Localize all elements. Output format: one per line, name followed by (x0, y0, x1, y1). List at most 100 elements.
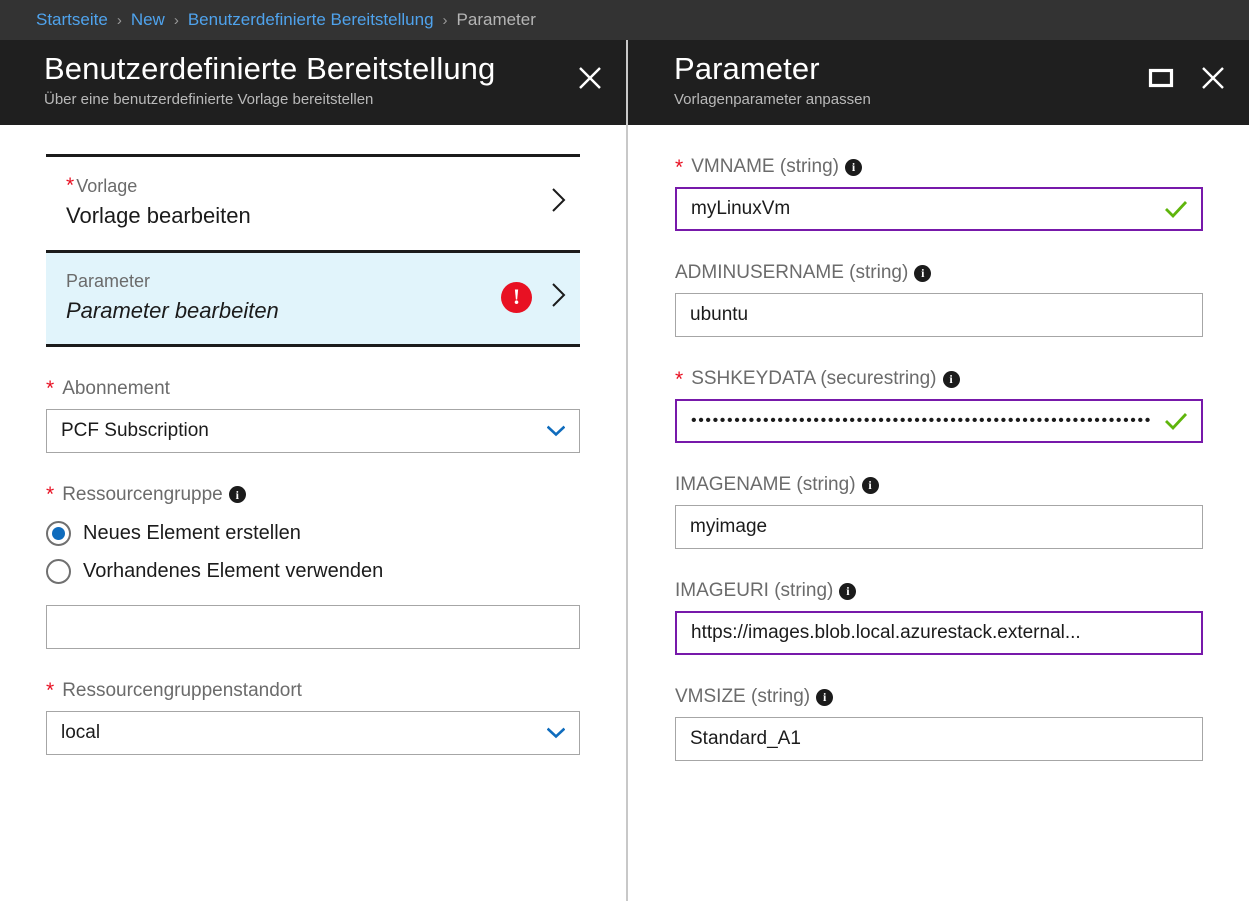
imageuri-value: https://images.blob.local.azurestack.ext… (691, 622, 1081, 643)
vmsize-value: Standard_A1 (690, 728, 801, 749)
breadcrumb-item-startseite[interactable]: Startseite (36, 10, 108, 30)
page-subtitle: Über eine benutzerdefinierte Vorlage ber… (44, 90, 374, 108)
vmsize-input[interactable]: Standard_A1 (675, 717, 1203, 761)
info-icon[interactable]: i (844, 158, 862, 176)
imageuri-label: IMAGEURI (string) (675, 580, 834, 601)
info-icon[interactable]: i (228, 486, 246, 504)
page-title: Benutzerdefinierte Bereitstellung (44, 51, 496, 86)
imagename-label-row: IMAGENAME (string) i (675, 474, 1203, 496)
adminusername-label: ADMINUSERNAME (string) (675, 262, 909, 283)
info-icon[interactable]: i (914, 264, 932, 282)
required-asterisk: * (46, 483, 55, 507)
maximize-icon[interactable] (1147, 64, 1175, 92)
ressourcengruppe-input-wrap (46, 604, 580, 649)
breadcrumb: Startseite › New › Benutzerdefinierte Be… (0, 0, 1249, 40)
left-blade-titles: Benutzerdefinierte Bereitstellung Über e… (44, 51, 496, 108)
left-blade-actions (576, 52, 604, 92)
breadcrumb-item-benutzerdefinierte-bereitstellung[interactable]: Benutzerdefinierte Bereitstellung (188, 10, 434, 30)
required-asterisk: * (675, 367, 684, 391)
breadcrumb-item-new[interactable]: New (131, 10, 165, 30)
info-icon[interactable]: i (861, 476, 879, 494)
adminusername-label-row: ADMINUSERNAME (string) i (675, 262, 1203, 284)
adminusername-input[interactable]: ubuntu (675, 293, 1203, 337)
field-imagename: IMAGENAME (string) i myimage (675, 474, 1203, 549)
field-abonnement: * Abonnement PCF Subscription (46, 378, 580, 453)
chevron-right-icon (548, 280, 570, 315)
chevron-right-icon (548, 185, 570, 220)
adminusername-value: ubuntu (690, 304, 749, 325)
step-parameter-value: Parameter bearbeiten (66, 297, 279, 323)
ressourcengruppenstandort-label-row: * Ressourcengruppenstandort (46, 680, 580, 702)
step-vorlage-value: Vorlage bearbeiten (66, 203, 251, 228)
vmname-input[interactable]: myLinuxVm (675, 187, 1203, 231)
close-icon[interactable] (576, 64, 604, 92)
required-asterisk: * (66, 174, 75, 197)
radio-neues-element-erstellen[interactable]: Neues Element erstellen (46, 515, 580, 553)
chevron-down-icon (546, 425, 566, 437)
breadcrumb-separator: › (173, 11, 179, 29)
valid-check-icon (1164, 411, 1188, 431)
abonnement-label: Abonnement (62, 377, 170, 399)
field-ressourcengruppe: * Ressourcengruppe i Neues Element erstel… (46, 484, 580, 649)
blade-custom-deployment: Benutzerdefinierte Bereitstellung Über e… (0, 40, 626, 901)
subscription-value: PCF Subscription (61, 419, 209, 441)
field-vmname: * VMNAME (string) i myLinuxVm (675, 156, 1203, 231)
left-blade-header: Benutzerdefinierte Bereitstellung Über e… (0, 40, 626, 125)
step-vorlage-right (548, 185, 578, 220)
radio-neues-element-label: Neues Element erstellen (83, 522, 301, 545)
sshkeydata-label-row: * SSHKEYDATA (securestring) i (675, 368, 1203, 390)
valid-check-icon (1164, 199, 1188, 219)
vmname-label: VMNAME (string) (691, 156, 839, 177)
vmsize-label-row: VMSIZE (string) i (675, 686, 1203, 708)
field-vmsize: VMSIZE (string) i Standard_A1 (675, 686, 1203, 761)
step-row-parameter[interactable]: Parameter Parameter bearbeiten ! (46, 249, 580, 347)
step-vorlage-label: Vorlage (76, 176, 138, 196)
sshkeydata-input[interactable]: ••••••••••••••••••••••••••••••••••••••••… (675, 399, 1203, 443)
imageuri-label-row: IMAGEURI (string) i (675, 580, 1203, 602)
field-ressourcengruppenstandort: * Ressourcengruppenstandort local (46, 680, 580, 755)
blade-parameters: Parameter Vorlagenparameter anpassen * V… (626, 40, 1249, 901)
breadcrumb-separator: › (116, 11, 122, 29)
info-icon[interactable]: i (839, 582, 857, 600)
info-icon[interactable]: i (942, 370, 960, 388)
step-parameter-text: Parameter Parameter bearbeiten (66, 268, 279, 327)
error-exclamation-icon: ! (501, 281, 532, 313)
close-icon[interactable] (1199, 64, 1227, 92)
info-icon[interactable]: i (816, 688, 834, 706)
ressourcengruppe-label: Ressourcengruppe (62, 483, 223, 505)
step-vorlage-text: * Vorlage Vorlage bearbeiten (66, 173, 251, 232)
sshkeydata-label: SSHKEYDATA (securestring) (691, 368, 937, 389)
sshkeydata-value: ••••••••••••••••••••••••••••••••••••••••… (691, 412, 1152, 429)
abonnement-label-row: * Abonnement (46, 378, 580, 400)
radio-vorhandenes-element-verwenden[interactable]: Vorhandenes Element verwenden (46, 553, 580, 591)
right-blade-header: Parameter Vorlagenparameter anpassen (628, 40, 1249, 125)
ressourcengruppe-label-row: * Ressourcengruppe i (46, 484, 580, 506)
imagename-input[interactable]: myimage (675, 505, 1203, 549)
imageuri-input[interactable]: https://images.blob.local.azurestack.ext… (675, 611, 1203, 655)
radio-vorhandenes-element-label: Vorhandenes Element verwenden (83, 560, 384, 583)
left-blade-body: * Vorlage Vorlage bearbeiten Parameter P… (0, 125, 626, 901)
step-vorlage-label-wrap: * Vorlage (66, 173, 251, 200)
ressourcengruppenstandort-label: Ressourcengruppenstandort (62, 679, 302, 701)
required-asterisk: * (675, 155, 684, 179)
resource-group-location-value: local (61, 721, 101, 743)
parameters-body: * VMNAME (string) i myLinuxVm ADMINUSERNA… (628, 125, 1249, 901)
imagename-value: myimage (690, 516, 768, 537)
vmname-label-row: * VMNAME (string) i (675, 156, 1203, 178)
step-row-vorlage[interactable]: * Vorlage Vorlage bearbeiten (46, 157, 580, 250)
parameters-subtitle: Vorlagenparameter anpassen (674, 90, 871, 108)
ressourcengruppe-radio-group: Neues Element erstellen Vorhandenes Elem… (46, 515, 580, 591)
chevron-down-icon (546, 727, 566, 739)
radio-mark-icon (46, 521, 71, 547)
resource-group-location-select[interactable]: local (46, 710, 580, 755)
parameters-title: Parameter (674, 51, 820, 86)
step-parameter-label: Parameter (66, 270, 151, 291)
field-imageuri: IMAGEURI (string) i https://images.blob.… (675, 580, 1203, 655)
field-sshkeydata: * SSHKEYDATA (securestring) i •••••••••••… (675, 368, 1203, 443)
field-adminusername: ADMINUSERNAME (string) i ubuntu (675, 262, 1203, 337)
vmsize-label: VMSIZE (string) (675, 686, 811, 707)
resource-group-name-input[interactable] (46, 604, 580, 649)
required-asterisk: * (46, 679, 55, 703)
radio-mark-icon (46, 559, 71, 585)
subscription-select[interactable]: PCF Subscription (46, 408, 580, 453)
